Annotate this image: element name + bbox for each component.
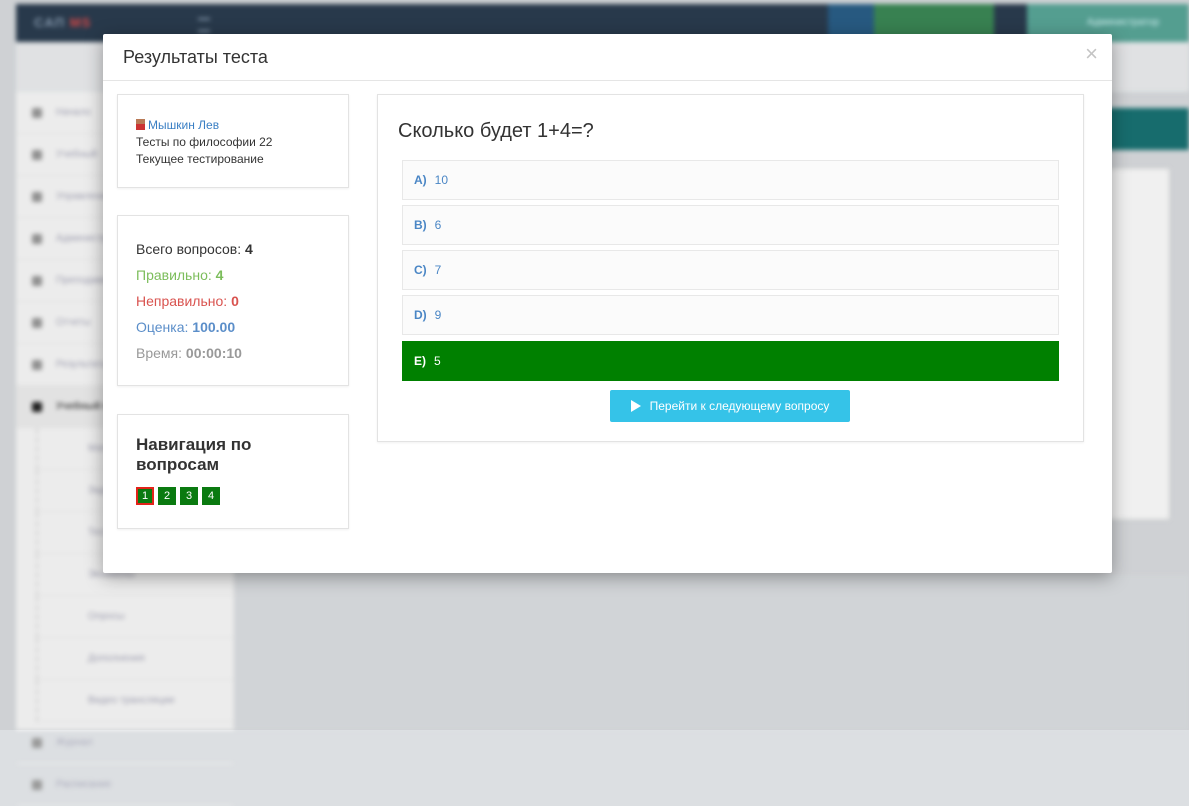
question-text: Сколько будет 1+4=? — [398, 120, 594, 142]
question-nav-button-3[interactable]: 3 — [180, 487, 198, 505]
test-name: Тесты по философии 22 — [136, 135, 273, 149]
test-results-modal: Результаты теста × Мышкин Лев Тесты по ф… — [103, 34, 1112, 573]
modal-title: Результаты теста — [123, 47, 268, 67]
answer-option-b[interactable]: B) 6 — [402, 205, 1059, 245]
stats-card: Всего вопросов: 4 Правильно: 4 Неправиль… — [117, 215, 349, 386]
total-questions: Всего вопросов: 4 — [136, 241, 253, 257]
wrong-count: Неправильно: 0 — [136, 293, 239, 309]
next-question-button[interactable]: Перейти к следующему вопросу — [610, 390, 850, 422]
sidebar-item[interactable]: Расписание — [16, 764, 234, 806]
close-icon[interactable]: × — [1085, 43, 1098, 65]
play-icon — [630, 400, 641, 412]
user-info-card: Мышкин Лев Тесты по философии 22 Текущее… — [117, 94, 349, 188]
question-card: Сколько будет 1+4=? A) 10 B) 6 C) 7 D) 9 E) 5… — [377, 94, 1084, 442]
navigation-title: Навигация по вопросам — [136, 435, 252, 474]
question-nav-buttons: 1 2 3 4 — [136, 487, 330, 505]
test-status: Текущее тестирование — [136, 152, 264, 166]
score: Оценка: 100.00 — [136, 319, 236, 335]
correct-count: Правильно: 4 — [136, 267, 224, 283]
question-nav-button-1[interactable]: 1 — [136, 487, 154, 505]
answer-option-e-correct[interactable]: E) 5 — [402, 341, 1059, 381]
answer-option-d[interactable]: D) 9 — [402, 295, 1059, 335]
question-navigation-card: Навигация по вопросам 1 2 3 4 — [117, 414, 349, 529]
modal-header: Результаты теста × — [103, 34, 1112, 81]
time-spent: Время: 00:00:10 — [136, 345, 242, 361]
journal-icon — [32, 737, 42, 748]
user-avatar-icon — [136, 119, 145, 130]
answer-option-a[interactable]: A) 10 — [402, 160, 1059, 200]
user-name-link[interactable]: Мышкин Лев — [148, 118, 219, 132]
answer-option-c[interactable]: C) 7 — [402, 250, 1059, 290]
calendar-icon — [32, 779, 42, 790]
question-nav-button-4[interactable]: 4 — [202, 487, 220, 505]
question-nav-button-2[interactable]: 2 — [158, 487, 176, 505]
